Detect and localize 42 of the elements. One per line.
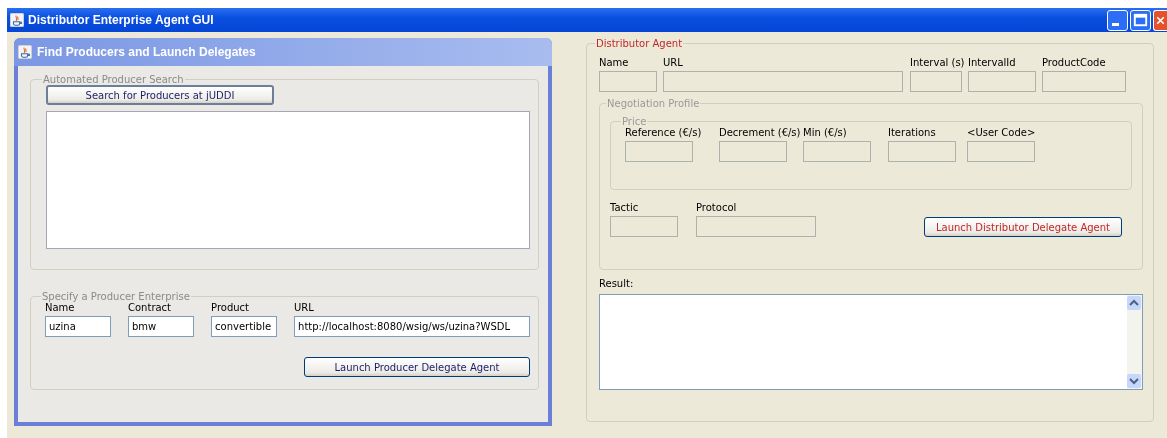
group-title: Distributor Agent <box>595 38 684 49</box>
scroll-up-icon[interactable] <box>1127 296 1141 310</box>
input-field[interactable]: bmw <box>128 316 195 337</box>
field-label: Interval (s) <box>910 57 965 68</box>
java-cup-icon <box>18 45 32 59</box>
maximize-button[interactable] <box>1130 9 1151 31</box>
field-label: Tactic <box>610 202 639 213</box>
field-label: URL <box>663 57 683 68</box>
field-label: Name <box>45 302 75 313</box>
group-title: Price <box>621 116 648 127</box>
input-field[interactable]: convertible <box>211 316 278 337</box>
input-field[interactable]: http://localhost:8080/wsig/ws/uzina?WSDL <box>294 316 530 337</box>
window-title: Distributor Enterprise Agent GUI <box>28 13 214 27</box>
field-label: IntervalId <box>968 57 1016 68</box>
field-label: Contract <box>128 302 172 313</box>
field-label: Decrement (€/s) <box>719 127 801 138</box>
java-cup-icon <box>10 13 24 27</box>
search-button[interactable]: Search for Producers at jUDDI <box>46 85 274 105</box>
field-label: <User Code> <box>967 127 1036 138</box>
field-label: Iterations <box>888 127 936 138</box>
close-button[interactable] <box>1153 9 1167 31</box>
field-label: Reference (€/s) <box>625 127 702 138</box>
scrollbar[interactable] <box>1127 295 1142 389</box>
result-area[interactable] <box>599 294 1143 390</box>
field-label: Protocol <box>696 202 737 213</box>
result-label: Result: <box>599 278 634 289</box>
field-label: URL <box>294 302 314 313</box>
launch-button[interactable]: Launch Producer Delegate Agent <box>304 357 530 377</box>
field-label: Product <box>211 302 249 313</box>
group-title: Specify a Producer Enterprise <box>41 291 191 302</box>
field-label: ProductCode <box>1042 57 1106 68</box>
producer-list[interactable] <box>46 111 530 249</box>
group-title: Automated Producer Search <box>42 74 185 85</box>
frame-title: Find Producers and Launch Delegates <box>37 45 256 59</box>
field-label: Min (€/s) <box>803 127 847 138</box>
minimize-button[interactable] <box>1107 9 1128 31</box>
launch-button[interactable]: Launch Distributor Delegate Agent <box>924 217 1122 237</box>
input-field[interactable]: uzina <box>45 316 111 337</box>
minimize-icon <box>1112 22 1119 26</box>
group-title: Negotiation Profile <box>606 98 701 109</box>
scroll-down-icon[interactable] <box>1127 374 1141 388</box>
field-label: Name <box>599 57 629 68</box>
